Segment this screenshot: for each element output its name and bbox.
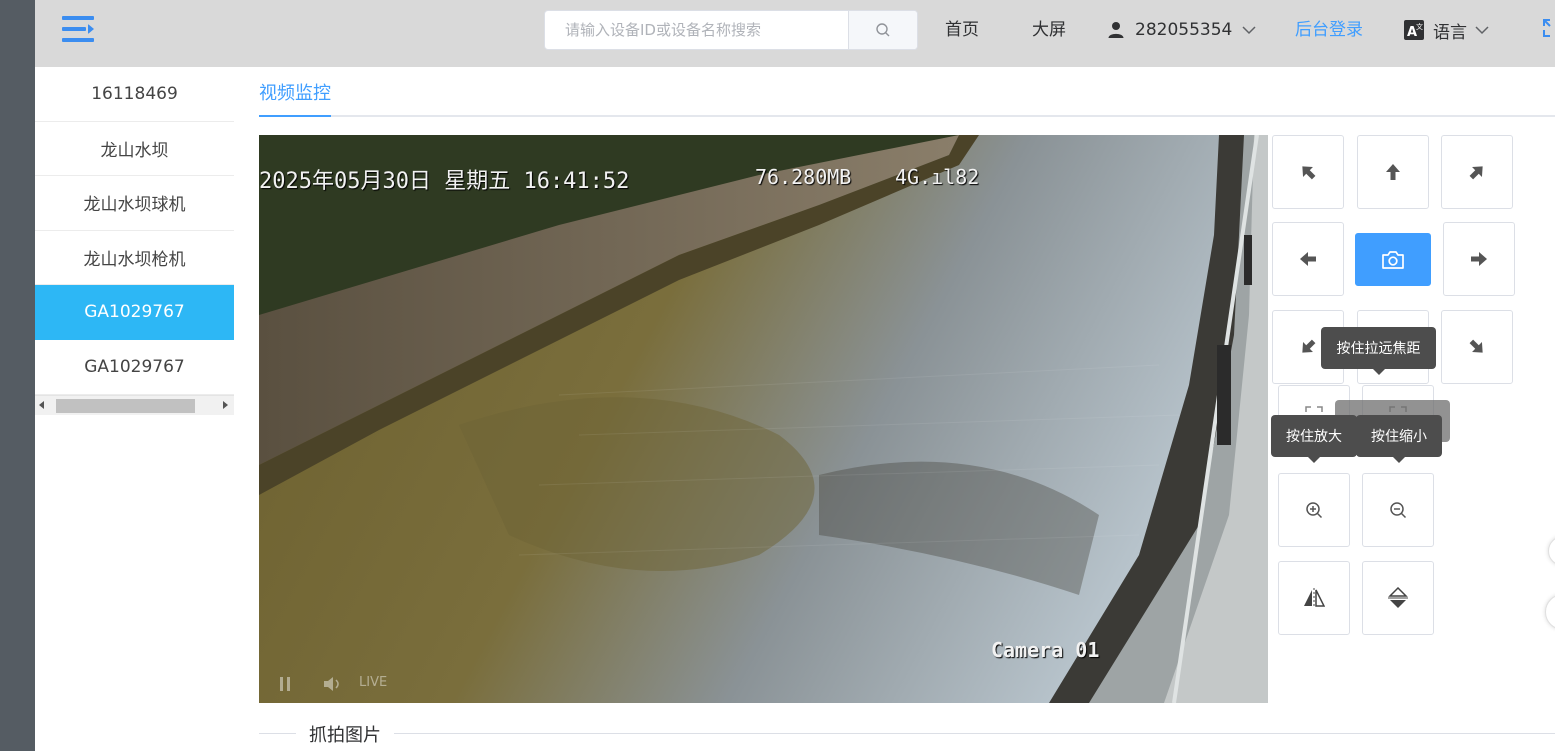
left-strip — [0, 0, 35, 751]
ptz-up-right-button[interactable] — [1441, 135, 1513, 209]
user-icon — [1108, 22, 1124, 38]
user-menu[interactable]: 282055354 — [1107, 16, 1256, 44]
tab-bar: 视频监控 — [259, 67, 1555, 117]
ptz-left-button[interactable] — [1272, 222, 1344, 296]
zoom-in-icon — [1306, 502, 1323, 519]
nav-home[interactable]: 首页 — [945, 18, 979, 42]
arrow-down-right-icon — [1469, 339, 1483, 353]
search-box — [544, 10, 918, 50]
arrow-down-left-icon — [1302, 339, 1316, 353]
snapshot-section-title: 抓拍图片 — [296, 721, 394, 747]
arrow-left-icon — [1300, 252, 1316, 266]
zoom-out-button[interactable] — [1362, 473, 1434, 547]
osd-camera-name: Camera 01 — [991, 638, 1100, 662]
device-item[interactable]: GA1029767 — [35, 339, 234, 395]
osd-timestamp: 2025年05月30日 星期五 16:41:52 — [259, 169, 630, 194]
live-label: LIVE — [359, 675, 388, 690]
scroll-left-icon[interactable] — [39, 400, 44, 409]
flip-horizontal-button[interactable] — [1278, 561, 1350, 635]
pause-icon[interactable] — [279, 677, 291, 691]
search-button[interactable] — [848, 11, 917, 49]
language-menu[interactable]: A文 语言 — [1403, 16, 1489, 44]
zoom-in-button[interactable] — [1278, 473, 1350, 547]
admin-login-link[interactable]: 后台登录 — [1295, 18, 1363, 42]
fullscreen-icon[interactable] — [1542, 18, 1555, 38]
user-id: 282055354 — [1135, 20, 1233, 40]
snapshot-divider — [259, 733, 1555, 734]
menu-toggle-icon[interactable] — [62, 16, 94, 42]
device-item[interactable]: 龙山水坝 — [35, 121, 234, 177]
osd-signal: 4G.ıl82 — [895, 165, 980, 189]
tab-video-monitor[interactable]: 视频监控 — [259, 79, 331, 117]
scroll-right-icon[interactable] — [223, 400, 228, 409]
ptz-down-right-button[interactable] — [1441, 310, 1513, 384]
top-header: 首页 大屏 282055354 后台登录 A文 语言 — [35, 0, 1555, 67]
device-item-active[interactable]: GA1029767 — [35, 285, 234, 340]
language-label: 语言 — [1433, 22, 1467, 43]
nav-big-screen[interactable]: 大屏 — [1032, 18, 1066, 42]
volume-icon[interactable] — [323, 676, 343, 692]
snapshot-button[interactable] — [1355, 233, 1431, 286]
edge-float-button[interactable] — [1548, 536, 1555, 566]
tooltip-zoom-in: 按住放大 — [1271, 415, 1357, 463]
arrow-up-icon — [1386, 164, 1400, 180]
flip-vertical-icon — [1388, 587, 1408, 608]
arrow-up-right-icon — [1469, 166, 1483, 180]
arrow-up-left-icon — [1302, 166, 1316, 180]
device-list: 16118469 龙山水坝 龙山水坝球机 龙山水坝枪机 GA1029767 GA… — [35, 67, 234, 415]
search-input[interactable] — [545, 11, 848, 49]
ptz-right-button[interactable] — [1443, 222, 1515, 296]
scrollbar-thumb[interactable] — [56, 398, 195, 413]
search-icon — [876, 23, 890, 37]
ptz-up-button[interactable] — [1357, 135, 1429, 209]
ptz-up-left-button[interactable] — [1272, 135, 1344, 209]
translate-icon: A文 — [1404, 20, 1424, 40]
video-player[interactable]: 2025年05月30日 星期五 16:41:52 76.280MB 4G.ıl8… — [259, 135, 1268, 703]
tooltip-focus-far: 按住拉远焦距 — [1321, 327, 1436, 375]
zoom-out-icon — [1390, 502, 1407, 519]
player-controls — [259, 665, 1268, 703]
horizontal-scrollbar[interactable] — [35, 394, 234, 415]
device-item[interactable]: 16118469 — [35, 67, 234, 122]
chevron-down-icon — [1242, 26, 1256, 35]
chevron-down-icon — [1475, 26, 1489, 35]
osd-bitrate: 76.280MB — [755, 165, 852, 189]
svg-text:文: 文 — [1416, 22, 1423, 31]
device-item[interactable]: 龙山水坝球机 — [35, 176, 234, 231]
edge-float-button[interactable] — [1545, 594, 1555, 630]
camera-scene — [259, 135, 1268, 703]
device-item[interactable]: 龙山水坝枪机 — [35, 230, 234, 286]
tooltip-zoom-out: 按住缩小 — [1356, 415, 1442, 463]
camera-icon — [1382, 250, 1404, 269]
flip-horizontal-icon — [1304, 588, 1325, 608]
flip-vertical-button[interactable] — [1362, 561, 1434, 635]
arrow-right-icon — [1471, 252, 1487, 266]
